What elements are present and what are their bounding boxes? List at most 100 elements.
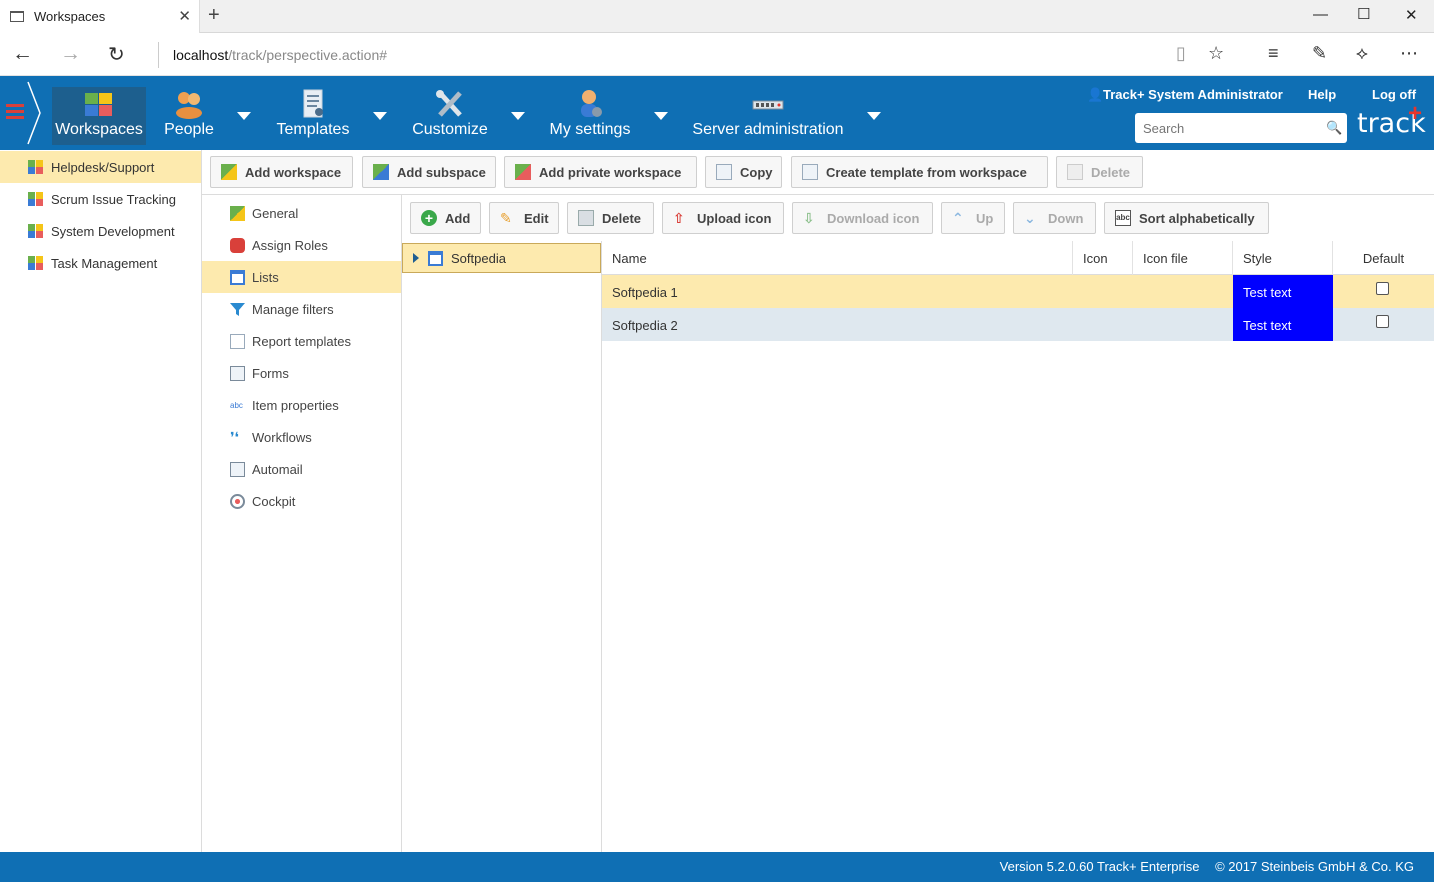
down-button[interactable]: ⌄ Down [1013, 202, 1096, 234]
customize-dropdown-caret[interactable] [511, 112, 525, 120]
delete-button[interactable]: Delete [567, 202, 654, 234]
config-item-cockpit[interactable]: Cockpit [202, 485, 401, 517]
column-header-default[interactable]: Default [1332, 241, 1434, 275]
config-item-manage-filters[interactable]: Manage filters [202, 293, 401, 325]
filter-icon [230, 302, 245, 317]
cell-name: Softpedia 2 [612, 318, 678, 333]
table-row[interactable]: Softpedia 1 Test text [602, 275, 1434, 308]
add-subspace-icon [373, 164, 389, 180]
column-header-icon-file[interactable]: Icon file [1132, 241, 1232, 275]
workspace-item[interactable]: System Development [0, 215, 201, 247]
config-item-assign-roles[interactable]: Assign Roles [202, 229, 401, 261]
nav-customize[interactable]: Customize [409, 87, 491, 145]
nav-people[interactable]: People [160, 87, 218, 145]
report-icon [230, 333, 245, 349]
tab-title: Workspaces [34, 9, 106, 24]
tab-close-icon[interactable]: ✕ [178, 7, 191, 25]
chevron-right-icon [27, 81, 41, 145]
delete-workspace-button[interactable]: Delete [1056, 156, 1143, 188]
config-item-item-properties[interactable]: abc Item properties [202, 389, 401, 421]
default-checkbox[interactable] [1376, 282, 1389, 295]
search-input[interactable] [1135, 113, 1347, 143]
config-item-report-templates[interactable]: Report templates [202, 325, 401, 357]
back-icon[interactable]: ← [12, 42, 33, 66]
people-dropdown-caret[interactable] [237, 112, 251, 120]
default-checkbox[interactable] [1376, 315, 1389, 328]
config-item-workflows[interactable]: ❜❛ Workflows [202, 421, 401, 453]
people-icon [176, 92, 202, 119]
forward-icon[interactable]: → [60, 42, 81, 66]
properties-icon: abc [230, 400, 243, 410]
add-subspace-button[interactable]: Add subspace [362, 156, 496, 188]
my-settings-dropdown-caret[interactable] [654, 112, 668, 120]
up-button[interactable]: ⌃ Up [941, 202, 1005, 234]
workspace-item[interactable]: Task Management [0, 247, 201, 279]
server-icon [752, 100, 784, 110]
add-workspace-icon [221, 164, 237, 180]
puzzle-icon [28, 160, 44, 174]
cell-name: Softpedia 1 [612, 285, 678, 300]
favorite-star-icon[interactable]: ☆ [1208, 43, 1224, 64]
share-icon[interactable]: ⟡ [1356, 43, 1368, 64]
column-header-name[interactable]: Name [602, 241, 1072, 275]
plus-icon: + [421, 210, 437, 226]
footsteps-icon: ❜❛ [230, 428, 240, 445]
column-header-icon[interactable]: Icon [1072, 241, 1132, 275]
web-note-icon[interactable]: ✎ [1312, 43, 1327, 64]
nav-workspaces[interactable]: Workspaces [52, 87, 146, 145]
sort-abc-icon: abc [1115, 210, 1131, 226]
reading-view-icon[interactable]: ▯ [1176, 43, 1186, 64]
minimize-icon[interactable]: — [1313, 6, 1328, 23]
sort-alphabetically-button[interactable]: abc Sort alphabetically [1104, 202, 1269, 234]
search-icon[interactable]: 🔍 [1326, 120, 1342, 136]
list-icon [230, 269, 245, 285]
user-settings-icon [581, 90, 602, 117]
help-link[interactable]: Help [1308, 87, 1336, 102]
column-header-style[interactable]: Style [1232, 241, 1332, 275]
puzzle-icon [28, 224, 44, 238]
workspace-item[interactable]: Scrum Issue Tracking [0, 183, 201, 215]
nav-templates[interactable]: Templates [273, 87, 353, 145]
trash-icon [1067, 164, 1083, 180]
puzzle-icon [28, 256, 44, 270]
hamburger-menu-icon[interactable] [6, 104, 24, 122]
config-item-forms[interactable]: Forms [202, 357, 401, 389]
config-item-automail[interactable]: Automail [202, 453, 401, 485]
puzzle-icon [28, 192, 44, 206]
user-name-link[interactable]: Track+ System Administrator [1103, 87, 1283, 102]
maximize-icon[interactable]: ☐ [1357, 5, 1370, 23]
tree-node[interactable]: Softpedia [402, 243, 601, 273]
add-button[interactable]: + Add [410, 202, 481, 234]
copy-button[interactable]: Copy [705, 156, 782, 188]
refresh-icon[interactable]: ↻ [108, 42, 125, 67]
workspace-item[interactable]: Helpdesk/Support [0, 151, 201, 183]
templates-icon [303, 89, 323, 118]
expand-caret-icon[interactable] [413, 253, 419, 263]
config-item-general[interactable]: General [202, 197, 401, 229]
edit-button[interactable]: ✎ Edit [489, 202, 559, 234]
upload-icon-button[interactable]: ⇧ Upload icon [662, 202, 784, 234]
masks-icon [230, 237, 245, 253]
create-template-button[interactable]: Create template from workspace [791, 156, 1048, 188]
close-window-icon[interactable]: ✕ [1405, 6, 1418, 24]
config-item-lists[interactable]: Lists [202, 261, 401, 293]
upload-icon: ⇧ [673, 210, 685, 226]
table-row[interactable]: Softpedia 2 Test text [602, 308, 1434, 341]
add-private-workspace-button[interactable]: Add private workspace [504, 156, 697, 188]
grid-header: Name Icon Icon file Style Default [602, 241, 1434, 275]
cell-icon [1072, 275, 1132, 308]
server-admin-dropdown-caret[interactable] [867, 112, 881, 120]
nav-server-administration[interactable]: Server administration [689, 87, 847, 145]
browser-tab[interactable]: Workspaces ✕ [0, 0, 200, 33]
workspace-list: Helpdesk/Support Scrum Issue Tracking Sy… [0, 150, 202, 852]
url-field[interactable]: localhost/track/perspective.action# [158, 42, 1158, 68]
more-icon[interactable]: ⋯ [1400, 43, 1418, 64]
templates-dropdown-caret[interactable] [373, 112, 387, 120]
hub-icon[interactable]: ≡ [1268, 43, 1279, 64]
new-tab-icon[interactable]: + [208, 4, 220, 27]
nav-my-settings[interactable]: My settings [546, 87, 634, 145]
download-icon-button[interactable]: ⇩ Download icon [792, 202, 933, 234]
cell-icon [1072, 308, 1132, 341]
add-workspace-button[interactable]: Add workspace [210, 156, 353, 188]
chevron-down-icon: ⌄ [1024, 210, 1036, 226]
